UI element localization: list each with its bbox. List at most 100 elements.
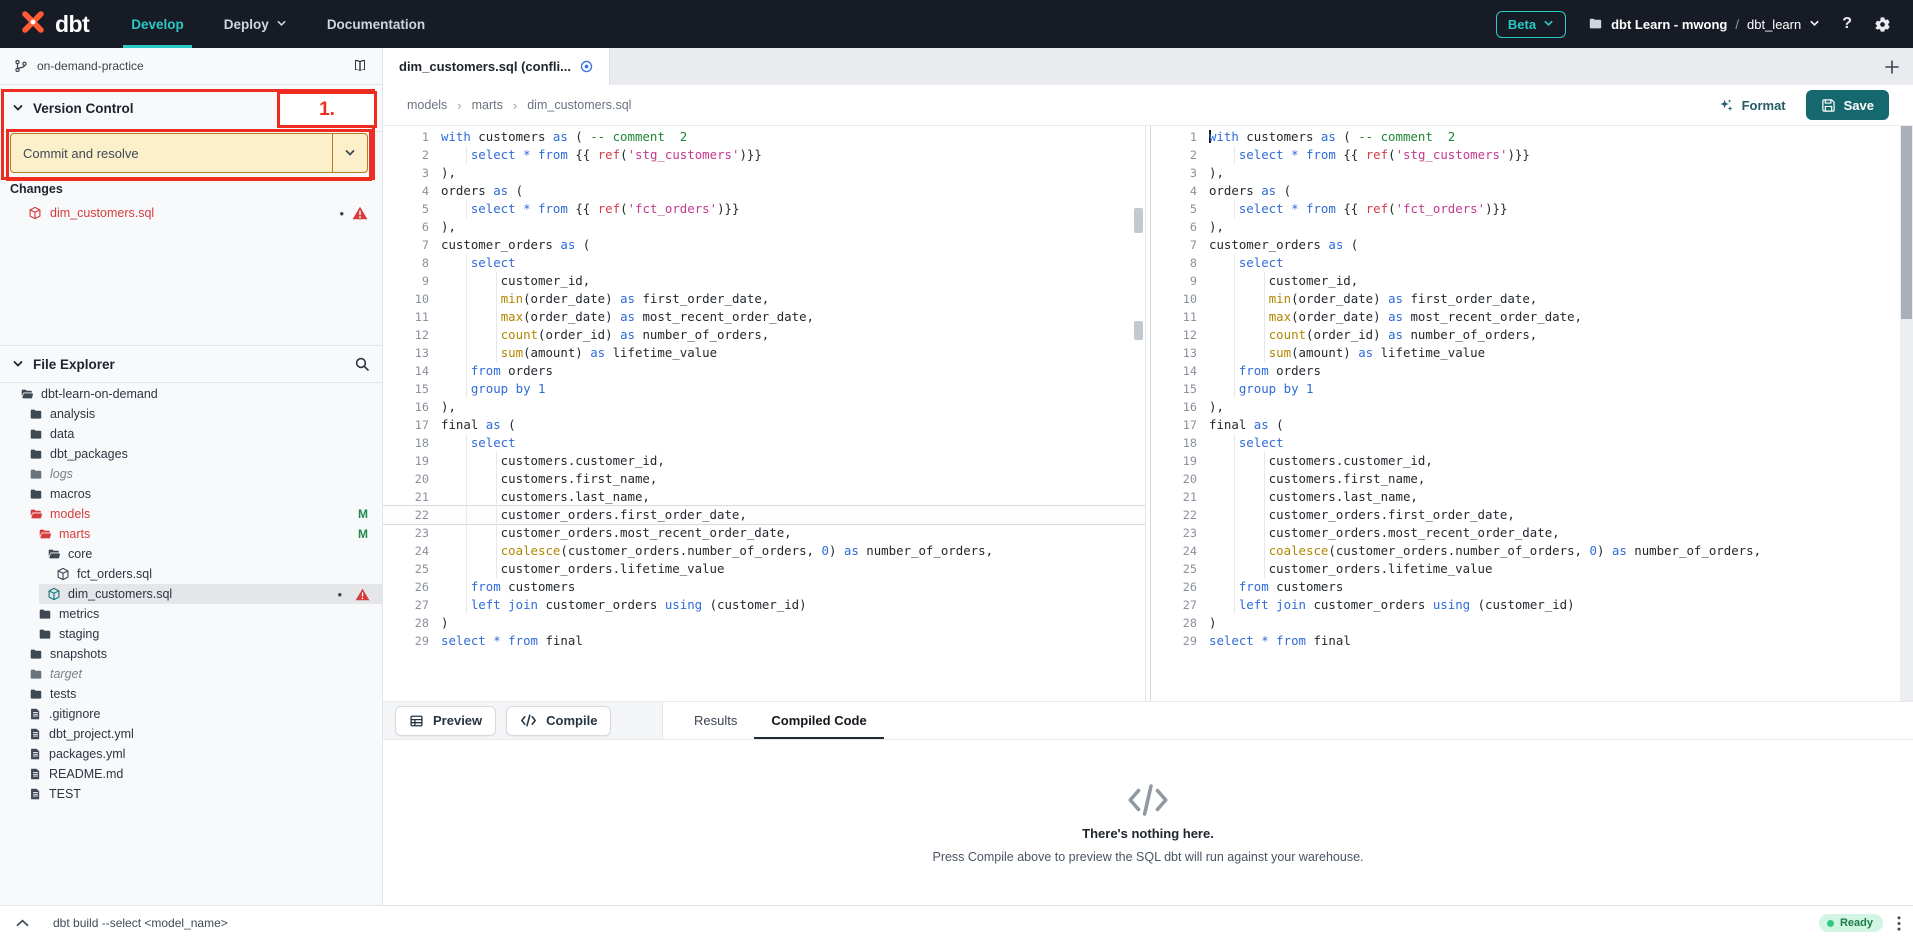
code-line[interactable]: 15 group by 1 <box>383 380 1145 398</box>
code-line[interactable]: 28) <box>1151 614 1913 632</box>
code-line[interactable]: 11 max(order_date) as most_recent_order_… <box>383 308 1145 326</box>
tree-item-dbt-packages[interactable]: dbt_packages <box>0 444 382 464</box>
code-line[interactable]: 23 customer_orders.most_recent_order_dat… <box>1151 524 1913 542</box>
tab-compiled-code[interactable]: Compiled Code <box>754 702 883 739</box>
docs-book-icon[interactable] <box>352 58 368 74</box>
branch-row[interactable]: on-demand-practice <box>0 48 382 85</box>
code-line[interactable]: 8 select <box>1151 254 1913 272</box>
help-icon[interactable]: ? <box>1842 15 1852 33</box>
tree-item-target[interactable]: target <box>0 664 382 684</box>
code-line[interactable]: 9 customer_id, <box>1151 272 1913 290</box>
code-line[interactable]: 2 select * from {{ ref('stg_customers')}… <box>1151 146 1913 164</box>
chevron-up-icon[interactable] <box>16 919 29 927</box>
tree-item-core[interactable]: core <box>0 544 382 564</box>
code-line[interactable]: 13 sum(amount) as lifetime_value <box>383 344 1145 362</box>
code-line[interactable]: 19 customers.customer_id, <box>383 452 1145 470</box>
tree-item--gitignore[interactable]: .gitignore <box>0 704 382 724</box>
commit-and-resolve-button[interactable]: Commit and resolve <box>10 133 368 173</box>
code-line[interactable]: 17final as ( <box>383 416 1145 434</box>
tree-item-tests[interactable]: tests <box>0 684 382 704</box>
code-line[interactable]: 29select * from final <box>383 632 1145 650</box>
code-line[interactable]: 12 count(order_id) as number_of_orders, <box>383 326 1145 344</box>
tab-dim-customers[interactable]: dim_customers.sql (confli... <box>383 48 610 85</box>
code-line[interactable]: 16), <box>383 398 1145 416</box>
tree-item-models[interactable]: modelsM <box>0 504 382 524</box>
dbt-logo[interactable]: dbt <box>18 7 89 42</box>
code-line[interactable]: 26 from customers <box>1151 578 1913 596</box>
code-line[interactable]: 23 customer_orders.most_recent_order_dat… <box>383 524 1145 542</box>
code-line[interactable]: 6), <box>383 218 1145 236</box>
new-tab-icon[interactable] <box>1885 60 1899 74</box>
tree-item-logs[interactable]: logs <box>0 464 382 484</box>
code-line[interactable]: 21 customers.last_name, <box>1151 488 1913 506</box>
tree-item-macros[interactable]: macros <box>0 484 382 504</box>
editor-pane-left[interactable]: 1with customers as ( -- comment 22 selec… <box>383 126 1146 701</box>
code-line[interactable]: 25 customer_orders.lifetime_value <box>383 560 1145 578</box>
code-line[interactable]: 20 customers.first_name, <box>1151 470 1913 488</box>
code-line[interactable]: 18 select <box>383 434 1145 452</box>
beta-dropdown[interactable]: Beta <box>1496 11 1566 38</box>
code-line[interactable]: 27 left join customer_orders using (cust… <box>383 596 1145 614</box>
nav-develop[interactable]: Develop <box>131 0 184 48</box>
code-line[interactable]: 29select * from final <box>1151 632 1913 650</box>
code-line[interactable]: 1with customers as ( -- comment 2 <box>1151 128 1913 146</box>
code-line[interactable]: 20 customers.first_name, <box>383 470 1145 488</box>
tree-item-data[interactable]: data <box>0 424 382 444</box>
code-line[interactable]: 15 group by 1 <box>1151 380 1913 398</box>
code-line[interactable]: 19 customers.customer_id, <box>1151 452 1913 470</box>
tab-results[interactable]: Results <box>677 702 754 739</box>
code-line[interactable]: 10 min(order_date) as first_order_date, <box>1151 290 1913 308</box>
nav-deploy[interactable]: Deploy <box>224 0 287 48</box>
tree-item-analysis[interactable]: analysis <box>0 404 382 424</box>
save-button[interactable]: Save <box>1806 90 1889 120</box>
code-line[interactable]: 2 select * from {{ ref('stg_customers')}… <box>383 146 1145 164</box>
code-line[interactable]: 3), <box>1151 164 1913 182</box>
code-line[interactable]: 21 customers.last_name, <box>383 488 1145 506</box>
compile-button[interactable]: Compile <box>506 706 611 736</box>
code-line[interactable]: 7customer_orders as ( <box>1151 236 1913 254</box>
code-line[interactable]: 27 left join customer_orders using (cust… <box>1151 596 1913 614</box>
code-line[interactable]: 28) <box>383 614 1145 632</box>
tree-item-metrics[interactable]: metrics <box>0 604 382 624</box>
nav-documentation[interactable]: Documentation <box>327 0 425 48</box>
code-line[interactable]: 10 min(order_date) as first_order_date, <box>383 290 1145 308</box>
kebab-menu-icon[interactable] <box>1897 916 1901 931</box>
tree-item-dbt-project-yml[interactable]: dbt_project.yml <box>0 724 382 744</box>
code-line[interactable]: 13 sum(amount) as lifetime_value <box>1151 344 1913 362</box>
command-input[interactable]: dbt build --select <model_name> <box>53 916 1819 930</box>
tree-item-dim-customers-sql[interactable]: dim_customers.sql• <box>39 584 382 604</box>
breadcrumb-item-marts[interactable]: marts <box>472 98 503 112</box>
code-line[interactable]: 14 from orders <box>1151 362 1913 380</box>
tree-item-test[interactable]: TEST <box>0 784 382 804</box>
tree-item-fct-orders-sql[interactable]: fct_orders.sql <box>0 564 382 584</box>
tree-item-marts[interactable]: martsM <box>0 524 382 544</box>
file-explorer-header[interactable]: File Explorer <box>0 345 382 383</box>
code-line[interactable]: 1with customers as ( -- comment 2 <box>383 128 1145 146</box>
tree-item-snapshots[interactable]: snapshots <box>0 644 382 664</box>
tree-item-dbt-learn-on-demand[interactable]: dbt-learn-on-demand <box>0 384 382 404</box>
account-selector[interactable]: dbt Learn - mwong / dbt_learn <box>1588 17 1820 32</box>
version-control-header[interactable]: Version Control <box>0 85 382 132</box>
editor-pane-right[interactable]: 1with customers as ( -- comment 22 selec… <box>1150 126 1913 701</box>
tree-item-packages-yml[interactable]: packages.yml <box>0 744 382 764</box>
breadcrumb-item-models[interactable]: models <box>407 98 447 112</box>
code-line[interactable]: 11 max(order_date) as most_recent_order_… <box>1151 308 1913 326</box>
tree-item-readme-md[interactable]: README.md <box>0 764 382 784</box>
code-line[interactable]: 22 customer_orders.first_order_date, <box>383 506 1145 524</box>
search-icon[interactable] <box>354 356 370 372</box>
format-button[interactable]: Format <box>1719 98 1786 113</box>
code-line[interactable]: 5 select * from {{ ref('fct_orders')}} <box>383 200 1145 218</box>
code-line[interactable]: 25 customer_orders.lifetime_value <box>1151 560 1913 578</box>
code-line[interactable]: 4orders as ( <box>1151 182 1913 200</box>
code-line[interactable]: 17final as ( <box>1151 416 1913 434</box>
code-line[interactable]: 22 customer_orders.first_order_date, <box>1151 506 1913 524</box>
code-line[interactable]: 12 count(order_id) as number_of_orders, <box>1151 326 1913 344</box>
code-line[interactable]: 24 coalesce(customer_orders.number_of_or… <box>383 542 1145 560</box>
code-line[interactable]: 3), <box>383 164 1145 182</box>
breadcrumb-item-dim-customers-sql[interactable]: dim_customers.sql <box>527 98 631 112</box>
changed-file-dim-customers[interactable]: dim_customers.sql • <box>0 202 382 224</box>
tree-item-staging[interactable]: staging <box>0 624 382 644</box>
gear-icon[interactable] <box>1874 16 1891 33</box>
commit-dropdown-caret[interactable] <box>332 134 367 172</box>
code-line[interactable]: 18 select <box>1151 434 1913 452</box>
